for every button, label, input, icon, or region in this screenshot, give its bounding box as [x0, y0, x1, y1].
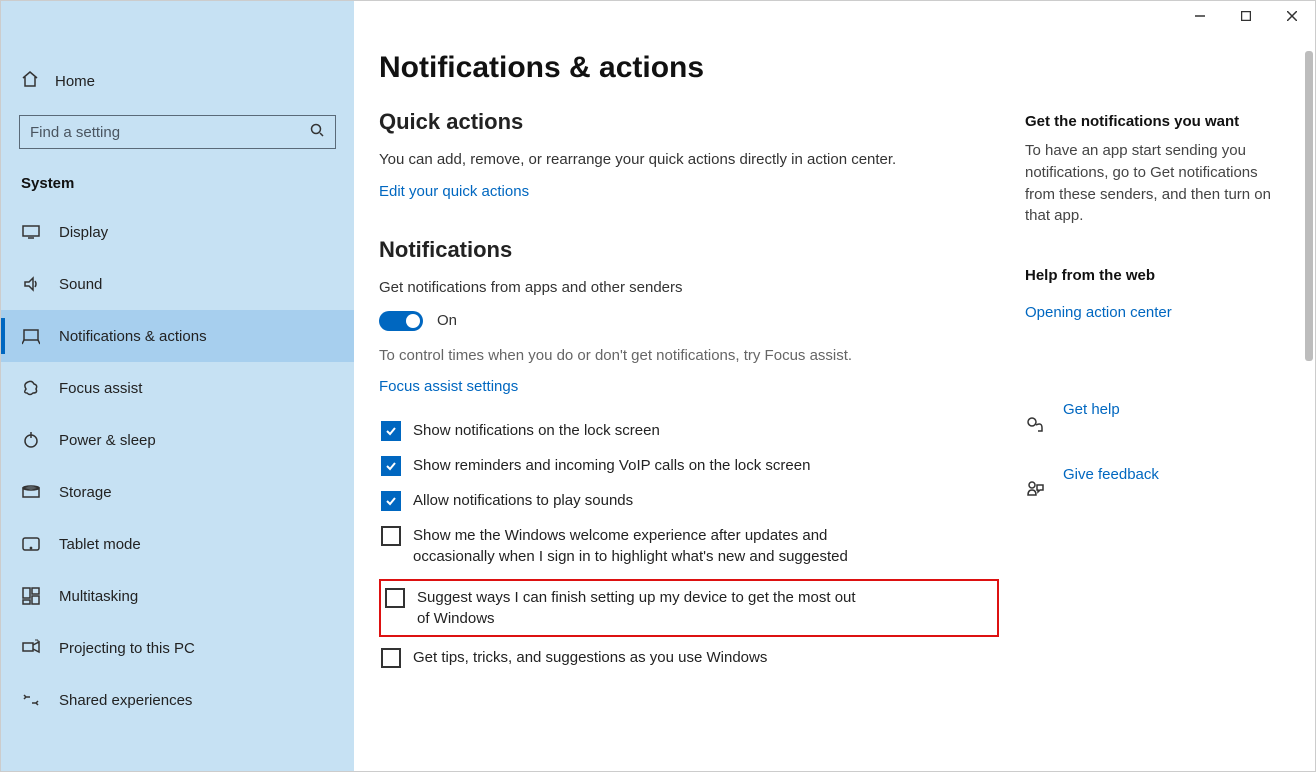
checkbox-label: Get tips, tricks, and suggestions as you…	[413, 647, 767, 668]
quick-actions-heading: Quick actions	[379, 109, 999, 135]
checkbox[interactable]	[381, 648, 401, 668]
quick-actions-desc: You can add, remove, or rearrange your q…	[379, 149, 999, 171]
checkbox-row-1[interactable]: Show reminders and incoming VoIP calls o…	[379, 453, 999, 478]
feedback-icon	[1025, 480, 1045, 500]
nav-label: Projecting to this PC	[59, 640, 195, 657]
window-controls	[1177, 1, 1315, 31]
give-feedback-row[interactable]: Give feedback	[1025, 466, 1285, 513]
sidebar-item-multitasking[interactable]: Multitasking	[1, 570, 354, 622]
nav-label: Multitasking	[59, 588, 138, 605]
sidebar-item-storage[interactable]: Storage	[1, 466, 354, 518]
nav-label: Tablet mode	[59, 536, 141, 553]
give-feedback-link[interactable]: Give feedback	[1063, 466, 1159, 483]
checkbox[interactable]	[385, 588, 405, 608]
home-label: Home	[55, 73, 95, 90]
search-icon	[310, 123, 324, 142]
nav-label: Power & sleep	[59, 432, 156, 449]
edit-quick-actions-link[interactable]: Edit your quick actions	[379, 183, 529, 200]
nav-label: Notifications & actions	[59, 328, 207, 345]
toggle-state: On	[437, 312, 457, 329]
search-wrap	[19, 115, 336, 149]
checkbox[interactable]	[381, 491, 401, 511]
nav-icon	[21, 378, 41, 398]
right-column: Get the notifications you want To have a…	[1025, 113, 1285, 531]
focus-assist-desc: To control times when you do or don't ge…	[379, 345, 999, 367]
page-title: Notifications & actions	[379, 51, 999, 85]
checkbox-row-3[interactable]: Show me the Windows welcome experience a…	[379, 523, 999, 569]
checkbox-list: Show notifications on the lock screen Sho…	[379, 418, 999, 670]
right-heading-2: Help from the web	[1025, 267, 1285, 284]
checkbox-row-5[interactable]: Get tips, tricks, and suggestions as you…	[379, 645, 999, 670]
checkbox-label: Allow notifications to play sounds	[413, 490, 633, 511]
home-icon	[21, 70, 39, 92]
checkbox-row-2[interactable]: Allow notifications to play sounds	[379, 488, 999, 513]
checkbox-label: Suggest ways I can finish setting up my …	[417, 587, 867, 629]
sidebar: Home System Display Sound Notifications & …	[1, 1, 354, 771]
main-content: Notifications & actions Quick actions Yo…	[379, 51, 999, 680]
checkbox-label: Show me the Windows welcome experience a…	[413, 525, 863, 567]
nav-list: Display Sound Notifications & actions Focus…	[1, 206, 354, 726]
checkbox[interactable]	[381, 526, 401, 546]
nav-icon	[21, 274, 41, 294]
checkbox-label: Show reminders and incoming VoIP calls o…	[413, 455, 810, 476]
nav-label: Shared experiences	[59, 692, 192, 709]
focus-assist-link[interactable]: Focus assist settings	[379, 378, 518, 395]
sidebar-item-notifications-actions[interactable]: Notifications & actions	[1, 310, 354, 362]
close-button[interactable]	[1269, 1, 1315, 31]
nav-icon	[21, 326, 41, 346]
nav-icon	[21, 222, 41, 242]
notifications-heading: Notifications	[379, 237, 999, 263]
right-desc-1: To have an app start sending you notific…	[1025, 140, 1285, 227]
home-button[interactable]: Home	[1, 59, 354, 103]
opening-action-center-link[interactable]: Opening action center	[1025, 304, 1172, 321]
get-help-row[interactable]: Get help	[1025, 401, 1285, 448]
checkbox[interactable]	[381, 421, 401, 441]
category-label: System	[1, 167, 354, 206]
minimize-button[interactable]	[1177, 1, 1223, 31]
search-input[interactable]	[19, 115, 336, 149]
checkbox-label: Show notifications on the lock screen	[413, 420, 660, 441]
checkbox[interactable]	[381, 456, 401, 476]
sidebar-item-projecting-to-this-pc[interactable]: Projecting to this PC	[1, 622, 354, 674]
get-help-link[interactable]: Get help	[1063, 401, 1120, 418]
nav-icon	[21, 586, 41, 606]
checkbox-row-0[interactable]: Show notifications on the lock screen	[379, 418, 999, 443]
checkbox-row-4[interactable]: Suggest ways I can finish setting up my …	[379, 579, 999, 637]
help-icon	[1025, 415, 1045, 435]
notifications-toggle-label: Get notifications from apps and other se…	[379, 277, 999, 299]
notifications-toggle[interactable]	[379, 311, 423, 331]
sidebar-item-focus-assist[interactable]: Focus assist	[1, 362, 354, 414]
sidebar-item-sound[interactable]: Sound	[1, 258, 354, 310]
nav-icon	[21, 690, 41, 710]
sidebar-item-power-sleep[interactable]: Power & sleep	[1, 414, 354, 466]
maximize-button[interactable]	[1223, 1, 1269, 31]
nav-label: Display	[59, 224, 108, 241]
sidebar-item-shared-experiences[interactable]: Shared experiences	[1, 674, 354, 726]
nav-label: Focus assist	[59, 380, 142, 397]
nav-label: Sound	[59, 276, 102, 293]
scrollbar[interactable]	[1305, 51, 1313, 361]
sidebar-item-display[interactable]: Display	[1, 206, 354, 258]
nav-icon	[21, 430, 41, 450]
nav-icon	[21, 638, 41, 658]
nav-label: Storage	[59, 484, 112, 501]
right-heading-1: Get the notifications you want	[1025, 113, 1285, 130]
nav-icon	[21, 482, 41, 502]
sidebar-item-tablet-mode[interactable]: Tablet mode	[1, 518, 354, 570]
nav-icon	[21, 534, 41, 554]
